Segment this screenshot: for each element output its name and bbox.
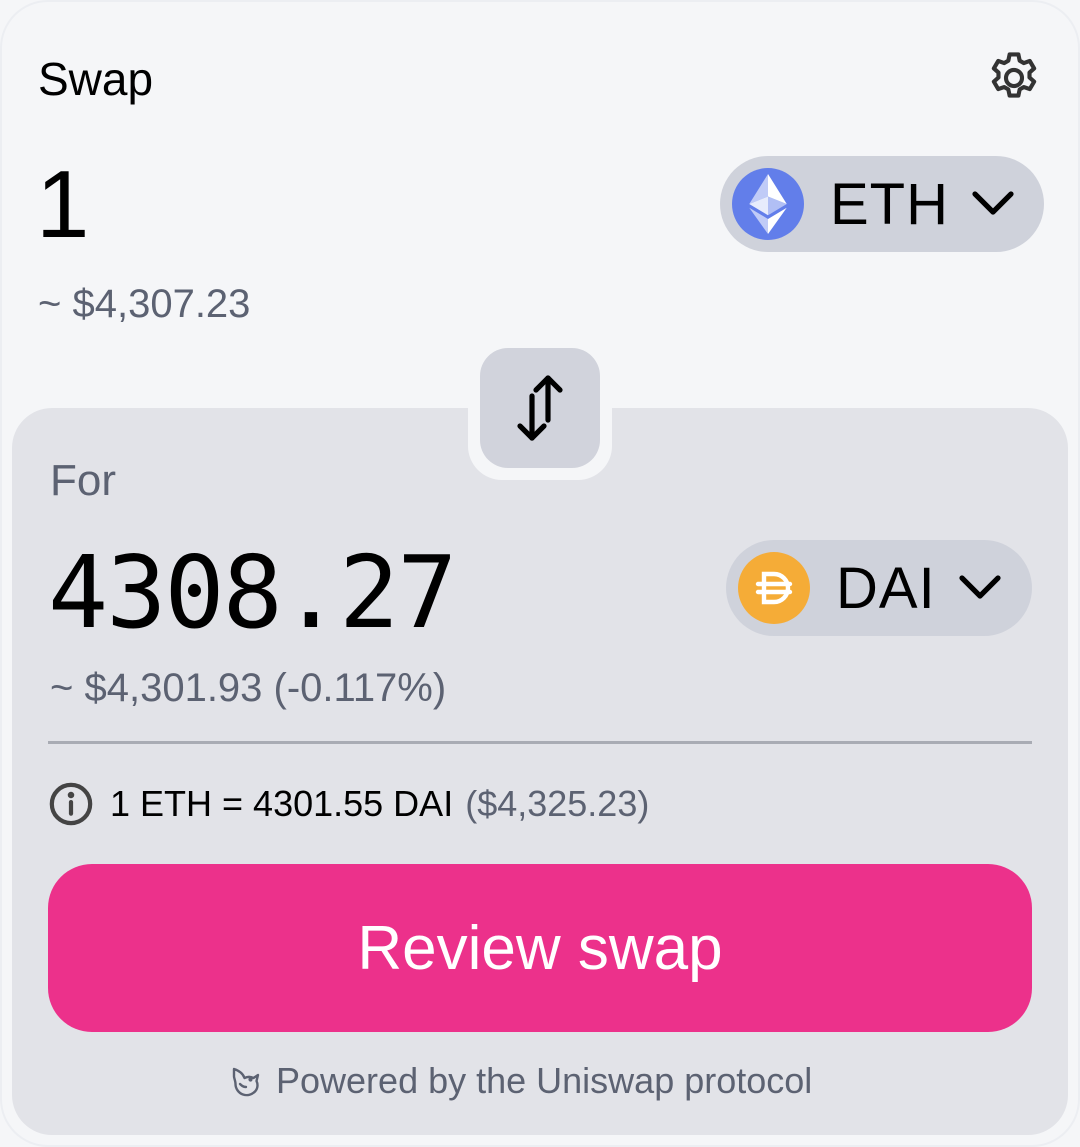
uniswap-unicorn-icon xyxy=(226,1061,266,1101)
buy-usd-value: ~ $4,301.93 (-0.117%) xyxy=(50,666,447,710)
swap-arrows-icon xyxy=(517,375,563,441)
swap-widget: Swap 1 ~ $4,307.23 ETH For 4308.27 ~ $4,… xyxy=(0,0,1080,1147)
exchange-rate-row[interactable]: 1 ETH = 4301.55 DAI ($4,325.23) xyxy=(48,780,649,828)
review-swap-button[interactable]: Review swap xyxy=(48,864,1032,1032)
swap-title: Swap xyxy=(38,53,154,105)
divider xyxy=(48,741,1032,744)
buy-amount-output[interactable]: 4308.27 xyxy=(48,538,457,648)
sell-usd-value: ~ $4,307.23 xyxy=(38,282,251,326)
gear-icon xyxy=(991,52,1037,98)
chevron-down-icon xyxy=(971,190,1015,218)
info-icon xyxy=(48,781,94,827)
chevron-down-icon xyxy=(958,574,1002,602)
buy-label: For xyxy=(50,456,116,505)
sell-amount-input[interactable]: 1 xyxy=(36,150,89,260)
buy-token-symbol: DAI xyxy=(836,555,936,621)
exchange-rate-usd: ($4,325.23) xyxy=(465,783,650,824)
powered-by-text: Powered by the Uniswap protocol xyxy=(276,1060,813,1101)
settings-button[interactable] xyxy=(982,46,1046,110)
ethereum-logo-icon xyxy=(732,168,804,240)
swap-direction-button[interactable] xyxy=(480,348,600,468)
sell-token-symbol: ETH xyxy=(830,171,949,237)
exchange-rate-text: 1 ETH = 4301.55 DAI xyxy=(110,783,454,824)
dai-logo-icon xyxy=(738,552,810,624)
sell-token-selector[interactable]: ETH xyxy=(720,156,1044,252)
buy-token-selector[interactable]: DAI xyxy=(726,540,1032,636)
powered-by-footer[interactable]: Powered by the Uniswap protocol xyxy=(226,1058,812,1104)
